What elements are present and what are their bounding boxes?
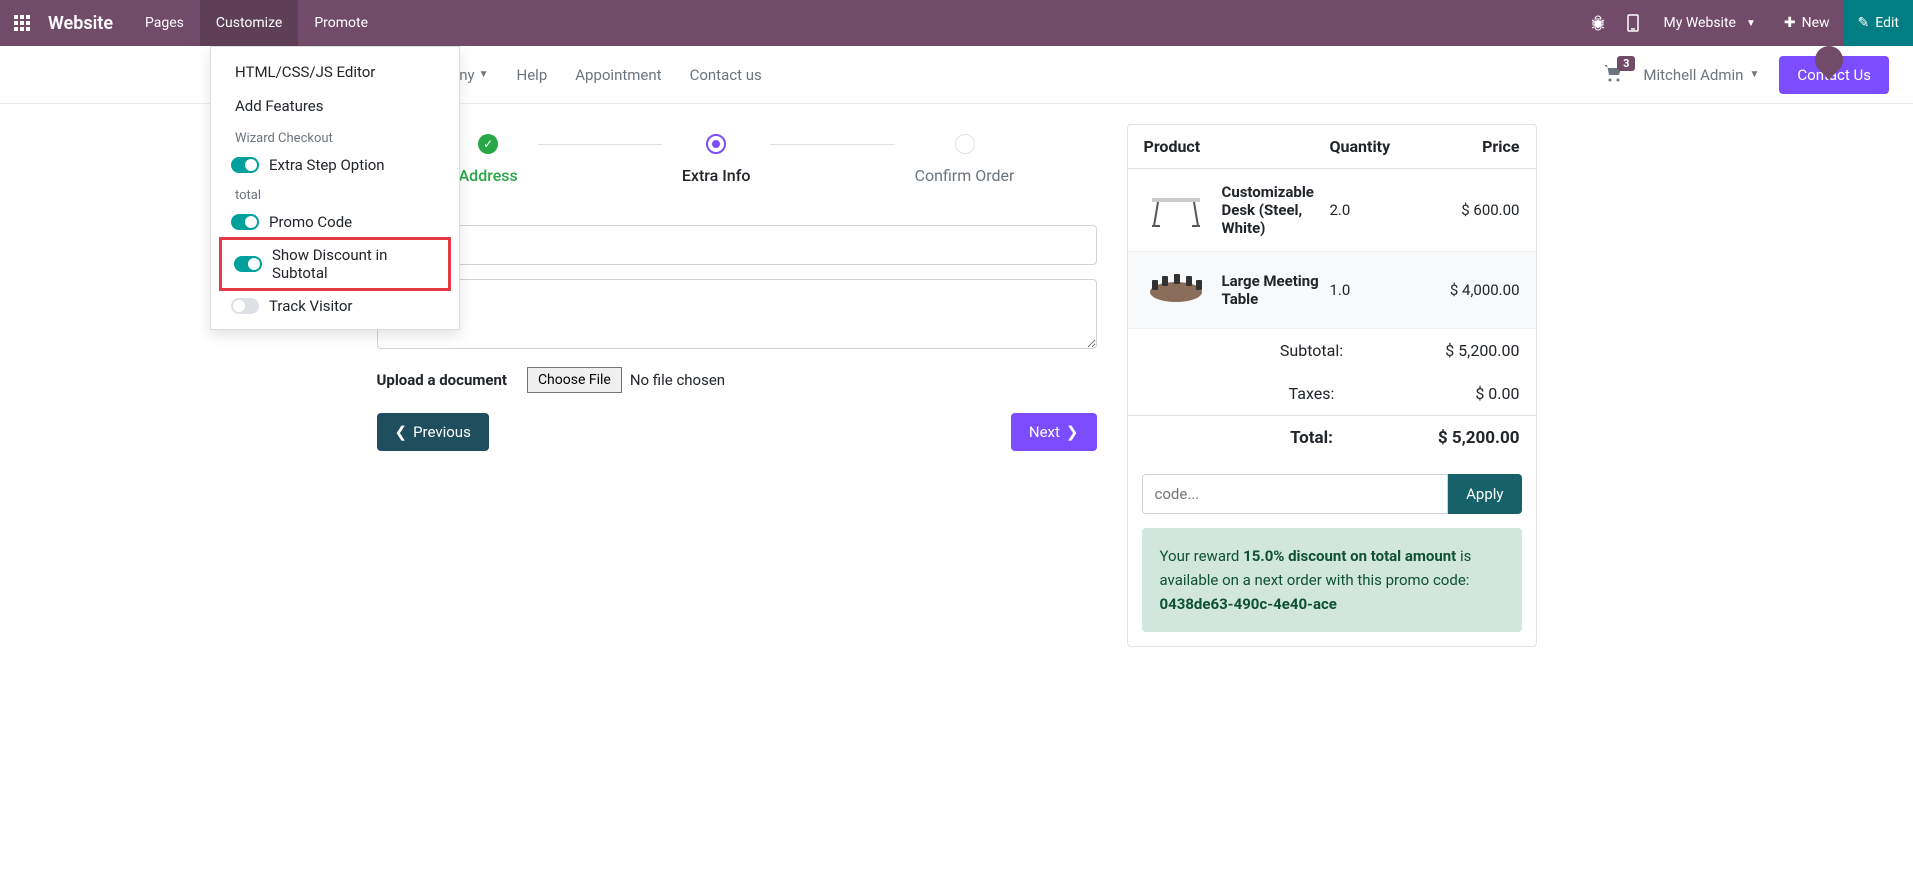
header-product: Product [1144, 137, 1330, 156]
product-name: Large Meeting Table [1222, 272, 1330, 308]
header-price: Price [1420, 137, 1520, 156]
reward-prefix: Your reward [1160, 547, 1244, 565]
new-label: New [1802, 15, 1830, 31]
bug-icon[interactable] [1580, 0, 1616, 46]
pending-step-icon [955, 134, 975, 154]
brand-label[interactable]: Website [44, 13, 129, 34]
file-status-text: No file chosen [630, 371, 725, 389]
dropdown-header-total: total [211, 180, 459, 207]
cart-badge: 3 [1617, 56, 1635, 71]
product-price: $ 4,000.00 [1420, 281, 1520, 299]
toggle-show-discount[interactable]: Show Discount in Subtotal [222, 240, 448, 288]
dropdown-item-add-features[interactable]: Add Features [211, 89, 459, 123]
reward-code: 0438de63-490c-4e40-ace [1160, 595, 1337, 613]
wizard-step-confirm[interactable]: Confirm Order [895, 134, 1035, 185]
order-line: Large Meeting Table 1.0 $ 4,000.00 [1128, 252, 1536, 329]
user-menu[interactable]: Mitchell Admin ▼ [1643, 66, 1759, 84]
toggle-switch-icon [234, 256, 262, 272]
next-label: Next [1029, 423, 1060, 441]
toggle-track-visitor[interactable]: Track Visitor [211, 291, 459, 321]
previous-label: Previous [413, 423, 471, 441]
customize-dropdown: HTML/CSS/JS Editor Add Features Wizard C… [210, 46, 460, 330]
toggle-label: Extra Step Option [269, 156, 385, 174]
order-summary: Product Quantity Price Customizable Desk… [1127, 124, 1537, 647]
product-qty: 1.0 [1330, 281, 1420, 299]
chevron-right-icon: ❯ [1066, 423, 1079, 441]
pencil-icon: ✎ [1858, 15, 1870, 31]
product-price: $ 600.00 [1420, 201, 1520, 219]
toggle-extra-step[interactable]: Extra Step Option [211, 150, 459, 180]
apply-button[interactable]: Apply [1448, 474, 1521, 514]
reward-message: Your reward 15.0% discount on total amou… [1142, 528, 1522, 632]
top-menu-promote[interactable]: Promote [298, 0, 384, 46]
subtotal-label: Subtotal: [1144, 341, 1400, 360]
wizard-label: Extra Info [682, 166, 751, 185]
toggle-label: Track Visitor [269, 297, 353, 315]
toggle-label: Show Discount in Subtotal [272, 246, 436, 282]
caret-down-icon: ▼ [479, 69, 489, 80]
product-name: Customizable Desk (Steel, White) [1222, 183, 1330, 237]
extra-info-input[interactable] [377, 225, 1097, 265]
taxes-label: Taxes: [1144, 384, 1400, 403]
promo-code-input[interactable] [1142, 474, 1449, 514]
apps-icon[interactable] [0, 0, 44, 46]
toggle-switch-icon [231, 298, 259, 314]
product-qty: 2.0 [1330, 201, 1420, 219]
file-input[interactable]: Choose File No file chosen [527, 367, 725, 393]
chevron-left-icon: ❮ [395, 423, 408, 441]
reward-discount: 15.0% discount on total amount [1243, 547, 1456, 565]
total-label: Total: [1144, 428, 1400, 448]
wizard-label: Address [459, 166, 518, 185]
check-icon: ✓ [478, 134, 498, 154]
my-website-label: My Website [1664, 15, 1736, 31]
subtotal-value: $ 5,200.00 [1400, 341, 1520, 360]
nav-link-contact[interactable]: Contact us [690, 66, 762, 84]
dropdown-item-html-editor[interactable]: HTML/CSS/JS Editor [211, 55, 459, 89]
product-image-table [1144, 266, 1208, 314]
topbar: Website Pages Customize Promote My Websi… [0, 0, 1913, 46]
nav-link-help[interactable]: Help [517, 66, 548, 84]
caret-down-icon: ▼ [1746, 18, 1756, 29]
cart-button[interactable]: 3 [1603, 64, 1623, 86]
new-button[interactable]: ✚ New [1770, 0, 1844, 46]
highlight-annotation: Show Discount in Subtotal [219, 237, 451, 291]
mobile-icon[interactable] [1616, 0, 1650, 46]
extra-info-textarea[interactable] [377, 279, 1097, 349]
nav-link-appointment[interactable]: Appointment [575, 66, 661, 84]
upload-label: Upload a document [377, 371, 507, 389]
top-menu-customize[interactable]: Customize [200, 0, 298, 46]
edit-label: Edit [1875, 15, 1899, 31]
plus-icon: ✚ [1784, 15, 1796, 31]
edit-button[interactable]: ✎ Edit [1844, 0, 1913, 46]
checkout-wizard: ✓ Address Extra Info Confirm Order [377, 124, 1097, 195]
product-image-desk [1144, 186, 1208, 234]
previous-button[interactable]: ❮ Previous [377, 413, 489, 451]
header-quantity: Quantity [1330, 137, 1420, 156]
next-button[interactable]: Next ❯ [1011, 413, 1097, 451]
wizard-step-extra-info[interactable]: Extra Info [662, 134, 771, 185]
order-line: Customizable Desk (Steel, White) 2.0 $ 6… [1128, 169, 1536, 252]
user-name: Mitchell Admin [1643, 66, 1743, 84]
active-step-icon [706, 134, 726, 154]
caret-down-icon: ▼ [1749, 69, 1759, 80]
top-menu-pages[interactable]: Pages [129, 0, 200, 46]
choose-file-button[interactable]: Choose File [527, 367, 622, 393]
toggle-switch-icon [231, 214, 259, 230]
toggle-switch-icon [231, 157, 259, 173]
toggle-promo-code[interactable]: Promo Code [211, 207, 459, 237]
taxes-value: $ 0.00 [1400, 384, 1520, 403]
toggle-label: Promo Code [269, 213, 352, 231]
total-value: $ 5,200.00 [1400, 428, 1520, 448]
my-website-dropdown[interactable]: My Website ▼ [1650, 0, 1770, 46]
dropdown-header-wizard: Wizard Checkout [211, 123, 459, 150]
wizard-label: Confirm Order [915, 166, 1015, 185]
